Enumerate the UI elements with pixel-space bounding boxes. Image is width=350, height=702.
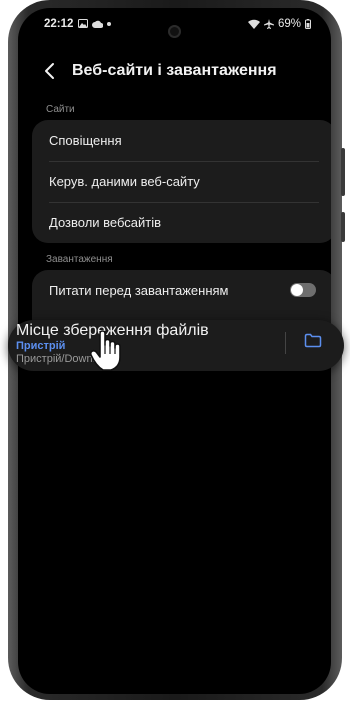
battery-icon (305, 19, 311, 29)
status-bar: 22:12 69% (18, 17, 331, 38)
dot-icon (107, 21, 111, 26)
toggle-knob (291, 284, 303, 296)
status-left-icons (78, 19, 111, 28)
settings-item-notifications[interactable]: Сповіщення (32, 120, 331, 161)
section-label-sites: Сайти (46, 104, 75, 115)
airplane-icon (263, 19, 274, 29)
front-camera (168, 25, 181, 38)
settings-item-site-permissions[interactable]: Дозволи вебсайтів (32, 202, 331, 243)
wifi-icon (247, 19, 260, 29)
image-icon (78, 19, 88, 28)
volume-button (341, 148, 345, 196)
ask-before-download-toggle[interactable] (290, 283, 316, 297)
sites-card: Сповіщення Керув. даними веб-сайту Дозво… (32, 120, 331, 243)
settings-item-manage-site-data[interactable]: Керув. даними веб-сайту (32, 161, 331, 202)
settings-item-storage-location[interactable]: Місце збереження файлів Пристрій Пристрі… (8, 320, 344, 371)
status-right-icons: 69% (247, 18, 311, 30)
cloud-icon (92, 20, 103, 28)
page-title: Веб-сайти і завантаження (72, 62, 277, 79)
status-time: 22:12 (44, 18, 74, 30)
back-arrow-icon[interactable] (44, 62, 56, 80)
battery-percent: 69% (277, 18, 301, 30)
section-label-downloads: Завантаження (46, 254, 113, 265)
ask-before-download-label: Питати перед завантаженням (49, 283, 229, 298)
folder-icon[interactable] (304, 333, 322, 348)
app-header: Веб-сайти і завантаження (18, 58, 331, 86)
storage-location-path: Пристрій/Downl (16, 353, 96, 365)
settings-item-ask-before-download[interactable]: Питати перед завантаженням (32, 270, 331, 311)
storage-location-value: Пристрій (16, 340, 66, 352)
power-button (341, 212, 345, 242)
hand-pointer-icon (89, 330, 121, 371)
divider (285, 332, 286, 354)
